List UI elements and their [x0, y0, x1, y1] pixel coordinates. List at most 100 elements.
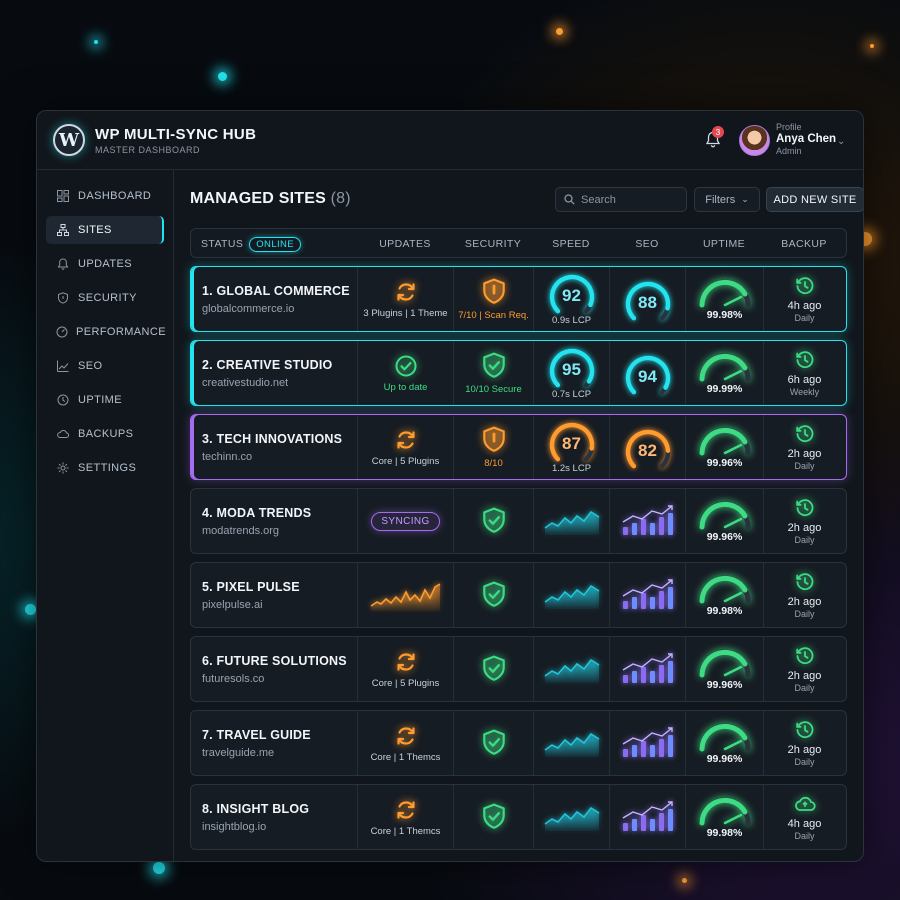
uptime-cell: 99.98%	[685, 785, 763, 849]
site-name[interactable]: 7. TRAVEL GUIDE	[202, 728, 311, 742]
table-row[interactable]: 1. GLOBAL COMMERCE globalcommerce.io 3 Plu…	[190, 266, 847, 332]
search-input[interactable]	[581, 193, 676, 206]
site-cell: 5. PIXEL PULSE pixelpulse.ai	[191, 563, 357, 627]
backup-clock-icon[interactable]	[795, 350, 815, 370]
sidebar-item-seo[interactable]: SEO	[46, 352, 164, 380]
sidebar-item-dashboard[interactable]: DASHBOARD	[46, 182, 164, 210]
table-row[interactable]: 3. TECH INNOVATIONS techinn.co Core | 5 Pl…	[190, 414, 847, 480]
column-seo[interactable]: SEO	[609, 229, 685, 259]
backup-cloud-icon[interactable]	[794, 794, 816, 814]
column-security[interactable]: SECURITY	[453, 229, 533, 259]
site-url[interactable]: insightblog.io	[202, 821, 266, 833]
sync-icon[interactable]	[394, 428, 418, 452]
backup-clock-icon[interactable]	[795, 720, 815, 740]
site-url[interactable]: pixelpulse.ai	[202, 599, 263, 611]
site-name[interactable]: 8. INSIGHT BLOG	[202, 802, 309, 816]
seo-cell	[609, 711, 685, 775]
site-name[interactable]: 2. CREATIVE STUDIO	[202, 358, 332, 372]
speed-area-chart	[544, 802, 600, 832]
updates-status: Core | 5 Plugins	[371, 677, 440, 689]
seo-cell	[609, 785, 685, 849]
uptime-value: 99.96%	[706, 678, 743, 691]
site-name[interactable]: 3. TECH INNOVATIONS	[202, 432, 342, 446]
shield-alert-icon[interactable]	[481, 278, 507, 306]
sidebar-item-updates[interactable]: UPDATES	[46, 250, 164, 278]
shield-check-icon[interactable]	[481, 655, 507, 683]
security-cell	[453, 711, 533, 775]
backup-cell: 2h ago Daily	[763, 637, 845, 701]
shield-check-icon[interactable]	[481, 352, 507, 380]
sidebar-item-backups[interactable]: BACKUPS	[46, 420, 164, 448]
table-row[interactable]: 8. INSIGHT BLOG insightblog.io Core | 1 Th…	[190, 784, 847, 850]
backup-clock-icon[interactable]	[795, 498, 815, 518]
security-cell	[453, 637, 533, 701]
security-cell	[453, 489, 533, 553]
column-uptime[interactable]: UPTIME	[685, 229, 763, 259]
shield-check-icon[interactable]	[481, 581, 507, 609]
site-name[interactable]: 6. FUTURE SOLUTIONS	[202, 654, 347, 668]
seo-gauge: 82	[622, 428, 674, 472]
column-backup[interactable]: BACKUP	[763, 229, 845, 259]
avatar[interactable]	[739, 125, 770, 156]
updates-cell: 3 Plugins | 1 Theme	[357, 267, 453, 331]
sidebar-item-sites[interactable]: SITES	[46, 216, 164, 244]
add-new-site-button[interactable]: ADD NEW SITE	[766, 187, 863, 212]
sync-icon[interactable]	[394, 798, 418, 822]
speed-area-chart	[544, 580, 600, 610]
shield-check-icon[interactable]	[481, 729, 507, 757]
backup-clock-icon[interactable]	[795, 424, 815, 444]
speed-cell	[533, 489, 609, 553]
table-row[interactable]: 7. TRAVEL GUIDE travelguide.me Core | 1 Th…	[190, 710, 847, 776]
speed-score: 95	[562, 359, 581, 379]
site-name[interactable]: 1. GLOBAL COMMERCE	[202, 284, 350, 298]
shield-alert-icon[interactable]	[481, 426, 507, 454]
site-url[interactable]: futuresols.co	[202, 673, 264, 685]
backup-clock-icon[interactable]	[795, 646, 815, 666]
column-speed[interactable]: SPEED	[533, 229, 609, 259]
shield-check-icon[interactable]	[481, 803, 507, 831]
sync-icon[interactable]	[394, 280, 418, 304]
updates-cell: Core | 1 Themcs	[357, 711, 453, 775]
search-box[interactable]	[555, 187, 687, 212]
sync-icon[interactable]	[394, 724, 418, 748]
sidebar-item-settings[interactable]: SETTINGS	[46, 454, 164, 482]
table-row[interactable]: 6. FUTURE SOLUTIONS futuresols.co Core | 5…	[190, 636, 847, 702]
table-row[interactable]: 4. MODA TRENDS modatrends.org SYNCING 99.96…	[190, 488, 847, 554]
site-url[interactable]: creativestudio.net	[202, 377, 288, 389]
backup-clock-icon[interactable]	[795, 572, 815, 592]
profile-menu[interactable]: Profile Anya Chen Admin	[776, 122, 836, 156]
backup-clock-icon[interactable]	[795, 276, 815, 296]
backup-frequency: Daily	[794, 608, 815, 619]
filters-button[interactable]: Filters ⌄	[694, 187, 760, 212]
site-url[interactable]: travelguide.me	[202, 747, 274, 759]
column-status[interactable]: STATUS ONLINE	[201, 229, 302, 259]
speed-area-chart	[544, 506, 600, 536]
shield-check-icon[interactable]	[481, 507, 507, 535]
site-url[interactable]: globalcommerce.io	[202, 303, 294, 315]
table-row[interactable]: 2. CREATIVE STUDIO creativestudio.net Up t…	[190, 340, 847, 406]
speed-cell	[533, 711, 609, 775]
column-updates[interactable]: UPDATES	[357, 229, 453, 259]
site-cell: 8. INSIGHT BLOG insightblog.io	[191, 785, 357, 849]
speed-cell	[533, 785, 609, 849]
sync-icon[interactable]	[394, 650, 418, 674]
sidebar-item-performance[interactable]: PERFORMANCE	[46, 318, 166, 346]
speed-cell: 87 1.2s LCP	[533, 415, 609, 479]
site-name[interactable]: 5. PIXEL PULSE	[202, 580, 300, 594]
security-status: 8/10	[484, 457, 503, 469]
uptime-gauge	[697, 352, 753, 382]
site-url[interactable]: techinn.co	[202, 451, 252, 463]
sidebar-item-label: SITES	[78, 224, 112, 236]
speed-cell	[533, 637, 609, 701]
sidebar-item-security[interactable]: SECURITY	[46, 284, 164, 312]
uptime-cell: 99.98%	[685, 267, 763, 331]
backup-frequency: Daily	[794, 830, 815, 841]
chevron-down-icon[interactable]: ⌄	[837, 136, 845, 147]
site-name[interactable]: 4. MODA TRENDS	[202, 506, 311, 520]
search-icon	[564, 194, 575, 205]
site-url[interactable]: modatrends.org	[202, 525, 279, 537]
security-status: 7/10 | Scan Req.	[458, 309, 529, 321]
sidebar-item-uptime[interactable]: UPTIME	[46, 386, 164, 414]
table-row[interactable]: 5. PIXEL PULSE pixelpulse.ai 99.98% 2h ago D…	[190, 562, 847, 628]
site-cell: 1. GLOBAL COMMERCE globalcommerce.io	[191, 267, 357, 331]
